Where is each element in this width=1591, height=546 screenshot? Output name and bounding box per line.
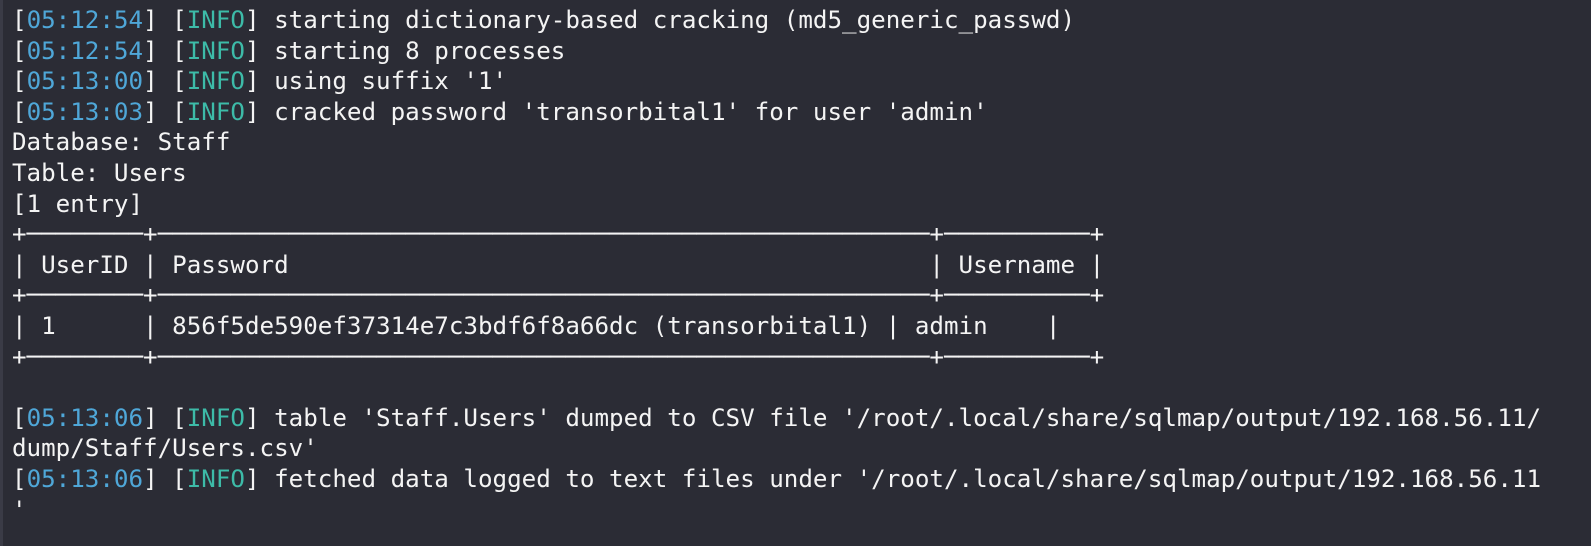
log-level: INFO <box>186 67 245 96</box>
log-timestamp: 05:13:06 <box>26 403 144 432</box>
log-message: starting 8 processes <box>274 36 566 65</box>
log-timestamp: 05:13:00 <box>26 67 144 96</box>
table-border-top: +────────+──────────────────────────────… <box>12 220 1105 249</box>
log-timestamp: 05:12:54 <box>26 6 144 34</box>
log-level: INFO <box>186 464 245 493</box>
log-level: INFO <box>186 97 245 126</box>
log-message: starting dictionary-based cracking (md5_… <box>274 6 1076 34</box>
log-line: [05:12:54] [INFO] starting dictionary-ba… <box>12 6 1076 34</box>
terminal-window[interactable]: [05:12:54] [INFO] starting dictionary-ba… <box>0 0 1591 546</box>
log-line: [05:13:00] [INFO] using suffix '1' <box>12 67 508 96</box>
log-timestamp: 05:13:03 <box>26 97 144 126</box>
log-message: cracked password 'transorbital1' for use… <box>274 97 988 126</box>
terminal-left-edge <box>0 0 3 546</box>
log-line: [05:13:03] [INFO] cracked password 'tran… <box>12 97 988 126</box>
log-timestamp: 05:13:06 <box>26 464 144 493</box>
table-line: Table: Users <box>12 158 187 187</box>
log-line-continuation: ' <box>12 495 27 524</box>
table-border-bottom: +────────+──────────────────────────────… <box>12 342 1105 371</box>
log-message: fetched data logged to text files under … <box>274 464 1542 493</box>
log-line: [05:12:54] [INFO] starting 8 processes <box>12 36 566 65</box>
table-header-row: | UserID | Password | Username | <box>12 250 1105 279</box>
log-line: [05:13:06] [INFO] table 'Staff.Users' du… <box>12 403 1542 432</box>
log-message: using suffix '1' <box>274 67 508 96</box>
log-line: [05:13:06] [INFO] fetched data logged to… <box>12 464 1542 493</box>
entries-count-line: [1 entry] <box>12 189 144 218</box>
log-level: INFO <box>186 6 245 34</box>
table-row: | 1 | 856f5de590ef37314e7c3bdf6f8a66dc (… <box>12 311 1061 340</box>
database-line: Database: Staff <box>12 128 231 157</box>
table-border-mid: +────────+──────────────────────────────… <box>12 281 1105 310</box>
log-message: table 'Staff.Users' dumped to CSV file '… <box>274 403 1542 432</box>
log-line-continuation: dump/Staff/Users.csv' <box>12 434 318 463</box>
log-level: INFO <box>186 36 245 65</box>
log-level: INFO <box>186 403 245 432</box>
log-timestamp: 05:12:54 <box>26 36 144 65</box>
